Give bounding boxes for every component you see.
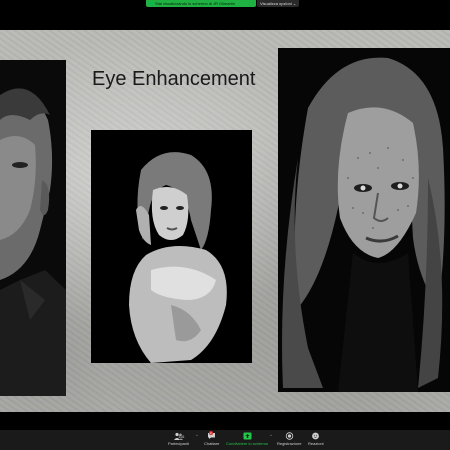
share-indicator-icon <box>150 2 153 6</box>
reactions-button[interactable]: Reazioni <box>308 432 324 446</box>
participants-caret-icon[interactable]: ^ <box>196 433 198 438</box>
participants-button[interactable]: 116 Partecipanti <box>168 432 189 446</box>
portrait-photo-center <box>91 130 252 363</box>
chat-unread-badge: 2 <box>209 431 213 435</box>
share-screen-icon <box>243 432 252 440</box>
portrait-photo-left <box>0 60 66 396</box>
portrait-photo-right <box>278 48 450 392</box>
chat-button[interactable]: 2 Chattare <box>204 431 220 446</box>
meeting-toolbar: 116 Partecipanti ^ 2 Chattare Condivider… <box>0 430 450 450</box>
participants-count: 116 <box>178 434 185 439</box>
share-screen-label: Condividere lo schermo <box>226 441 269 446</box>
shared-screen-slide: Eye Enhancement <box>0 30 450 412</box>
top-bar: Stai visualizzando lo schermo di JR Gilm… <box>0 0 450 10</box>
participants-label: Partecipanti <box>168 441 190 446</box>
share-screen-button[interactable]: Condividere lo schermo <box>226 432 268 446</box>
smiley-icon <box>312 432 320 440</box>
record-label: Registrazione <box>277 441 302 446</box>
screen-share-banner-text: Stai visualizzando lo schermo di JR Gilm… <box>155 1 236 6</box>
slide-title: Eye Enhancement <box>92 68 256 90</box>
reactions-label: Reazioni <box>308 441 324 446</box>
screen-share-banner[interactable]: Stai visualizzando lo schermo di JR Gilm… <box>146 0 256 7</box>
view-options-button[interactable]: Visualizza opzioni ⌄ <box>257 0 300 7</box>
share-caret-icon[interactable]: ^ <box>270 433 272 438</box>
chat-label: Chattare <box>204 441 220 446</box>
record-icon <box>285 432 293 440</box>
record-button[interactable]: Registrazione <box>277 432 301 446</box>
